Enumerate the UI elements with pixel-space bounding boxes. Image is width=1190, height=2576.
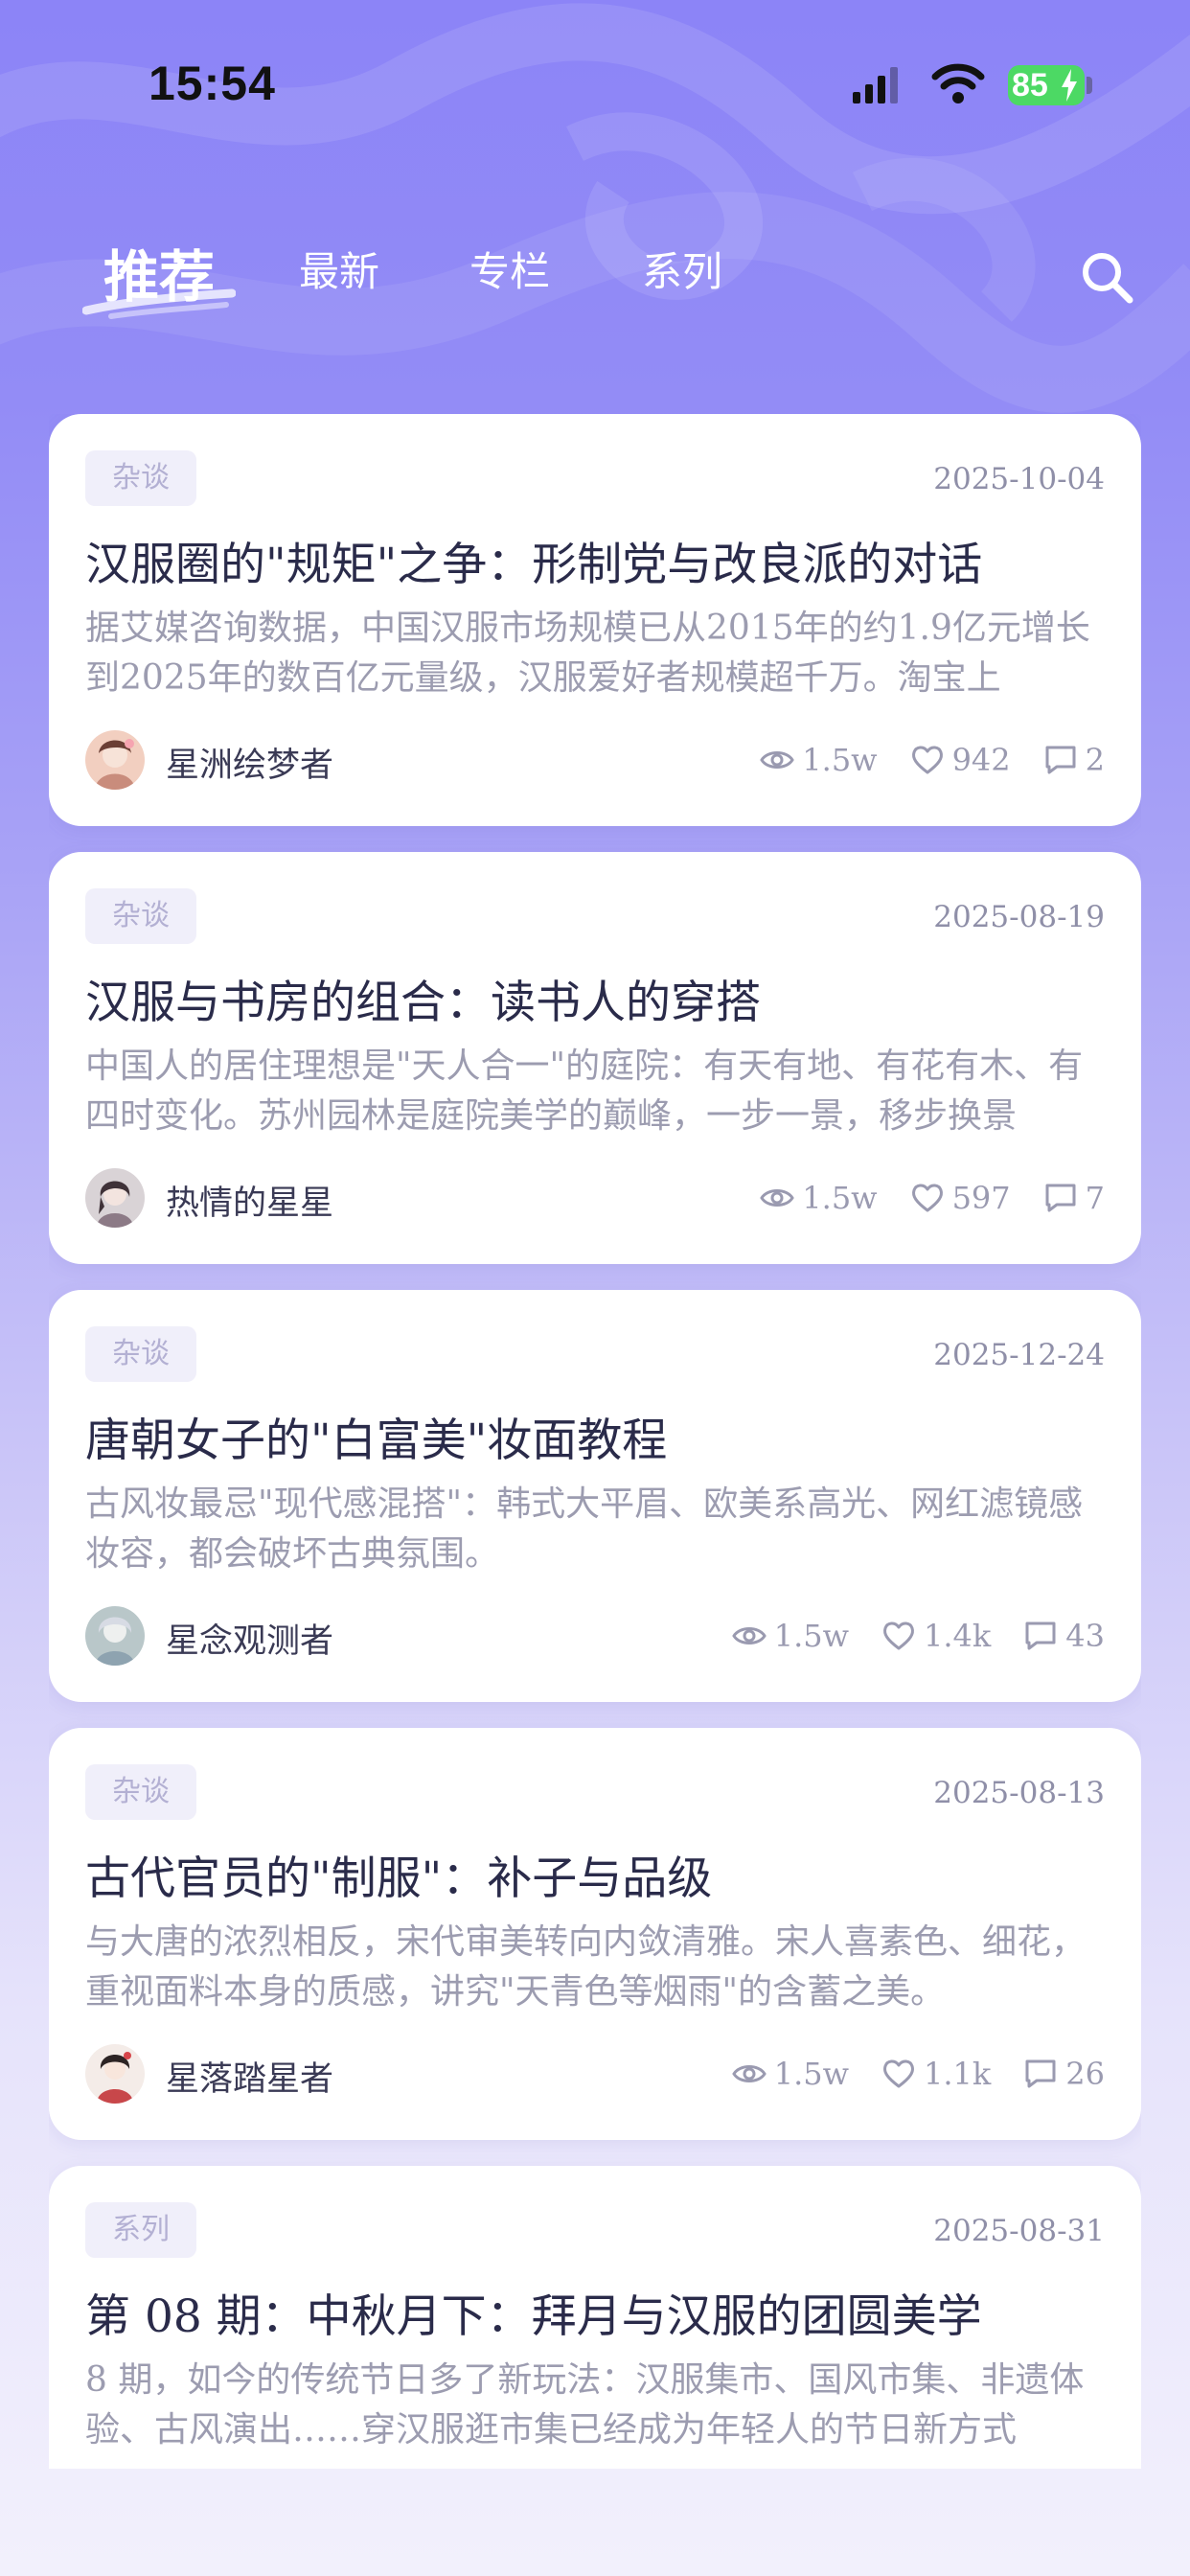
likes-stat[interactable]: 597 [910,1180,1011,1216]
likes-stat[interactable]: 942 [910,742,1011,778]
author-avatar[interactable] [85,1606,145,1666]
article-date: 2025-12-24 [933,1338,1105,1372]
article-card[interactable]: 杂谈 2025-08-19 汉服与书房的组合：读书人的穿搭 中国人的居住理想是"… [49,852,1141,1264]
heart-icon [883,1622,914,1650]
comment-icon [1045,1184,1076,1212]
battery-tip [1087,77,1092,94]
active-tab-brush-underline [82,288,236,319]
author-avatar[interactable] [85,2044,145,2104]
tab-columns[interactable]: 专栏 [469,240,550,298]
eye-icon [760,751,795,769]
views-stat: 1.5w [731,2056,849,2092]
comments-stat[interactable]: 2 [1043,742,1105,778]
article-tag: 杂谈 [85,450,196,506]
likes-count: 597 [951,1180,1011,1216]
article-title[interactable]: 汉服圈的"规矩"之争：形制党与改良派的对话 [85,527,1110,593]
wifi-icon [931,63,985,104]
comments-count: 43 [1065,1618,1105,1654]
article-date: 2025-08-19 [933,900,1105,934]
article-card[interactable]: 杂谈 2025-12-24 唐朝女子的"白富美"妆面教程 古风妆最忌"现代感混搭… [49,1290,1141,1702]
search-icon[interactable] [1079,249,1134,305]
heart-icon [911,746,943,774]
author-avatar[interactable] [85,1168,145,1228]
views-count: 1.5w [802,1180,878,1216]
comments-count: 26 [1065,2056,1105,2092]
comments-stat[interactable]: 26 [1023,2056,1105,2092]
eye-icon [731,2065,767,2082]
article-description: 与大唐的浓烈相反，宋代审美转向内敛清雅。宋人喜素色、细花，重视面料本身的质感，讲… [85,1922,1087,2012]
charging-bolt-icon [1062,69,1077,102]
heart-icon [883,2059,914,2088]
likes-stat[interactable]: 1.4k [881,1618,991,1654]
article-tag: 系列 [85,2202,196,2258]
article-stats: 1.5w 1.4k 43 [699,1612,1105,1660]
comments-count: 2 [1085,742,1105,778]
comment-icon [1025,2059,1056,2088]
article-title[interactable]: 汉服与书房的组合：读书人的穿搭 [85,965,1110,1031]
comments-stat[interactable]: 43 [1023,1618,1105,1654]
eye-icon [731,1627,767,1644]
article-date: 2025-10-04 [933,462,1105,496]
author-avatar[interactable] [85,730,145,790]
comment-icon [1025,1622,1056,1650]
article-description: 8 期，如今的传统节日多了新玩法：汉服集市、国风市集、非遗体验、古风演出……穿汉… [85,2360,1085,2450]
article-stats: 1.5w 942 2 [727,736,1105,784]
article-card[interactable]: 杂谈 2025-08-13 古代官员的"制服"：补子与品级 与大唐的浓烈相反，宋… [49,1728,1141,2140]
article-date: 2025-08-13 [933,1776,1105,1810]
author-name[interactable]: 星念观测者 [166,1614,333,1663]
views-count: 1.5w [773,2056,849,2092]
tab-latest[interactable]: 最新 [299,240,379,298]
article-title[interactable]: 古代官员的"制服"：补子与品级 [85,1841,1110,1907]
author-name[interactable]: 星洲绘梦者 [166,738,333,787]
article-description: 据艾媒咨询数据，中国汉服市场规模已从2015年的约1.9亿元增长到2025年的数… [85,609,1090,698]
article-tag: 杂谈 [85,888,196,944]
views-stat: 1.5w [760,742,878,778]
article-card[interactable]: 系列 2025-08-31 第 08 期：中秋月下：拜月与汉服的团圆美学 8 期… [49,2166,1141,2469]
likes-count: 942 [951,742,1011,778]
article-date: 2025-08-31 [933,2214,1105,2248]
likes-count: 1.4k [924,1618,992,1654]
views-count: 1.5w [773,1618,849,1654]
article-title[interactable]: 第 08 期：中秋月下：拜月与汉服的团圆美学 [85,2279,1110,2345]
comments-stat[interactable]: 7 [1043,1180,1105,1216]
author-name[interactable]: 热情的星星 [166,1176,333,1225]
views-count: 1.5w [802,742,878,778]
comments-count: 7 [1085,1180,1105,1216]
likes-stat[interactable]: 1.1k [881,2056,991,2092]
author-name[interactable]: 星落踏星者 [166,2052,333,2101]
views-stat: 1.5w [731,1618,849,1654]
status-bar: 15:54 85 [0,0,1190,125]
battery-percentage: 85 [1012,67,1048,104]
article-stats: 1.5w 597 7 [727,1174,1105,1222]
article-description: 中国人的居住理想是"天人合一"的庭院：有天有地、有花有木、有四时变化。苏州园林是… [85,1046,1084,1136]
article-stats: 1.5w 1.1k 26 [699,2050,1105,2098]
article-card[interactable]: 杂谈 2025-10-04 汉服圈的"规矩"之争：形制党与改良派的对话 据艾媒咨… [49,414,1141,826]
cellular-signal-icon [853,67,898,104]
status-time: 15:54 [149,57,276,110]
article-description: 古风妆最忌"现代感混搭"：韩式大平眉、欧美系高光、网红滤镜感妆容，都会破坏古典氛… [85,1484,1084,1574]
comment-icon [1045,746,1076,774]
article-title[interactable]: 唐朝女子的"白富美"妆面教程 [85,1403,1110,1469]
likes-count: 1.1k [924,2056,992,2092]
views-stat: 1.5w [760,1180,878,1216]
tab-series[interactable]: 系列 [642,240,722,298]
eye-icon [760,1189,795,1207]
article-tag: 杂谈 [85,1326,196,1382]
heart-icon [911,1184,943,1212]
article-feed: 杂谈 2025-10-04 汉服圈的"规矩"之争：形制党与改良派的对话 据艾媒咨… [49,414,1141,2469]
article-tag: 杂谈 [85,1764,196,1820]
